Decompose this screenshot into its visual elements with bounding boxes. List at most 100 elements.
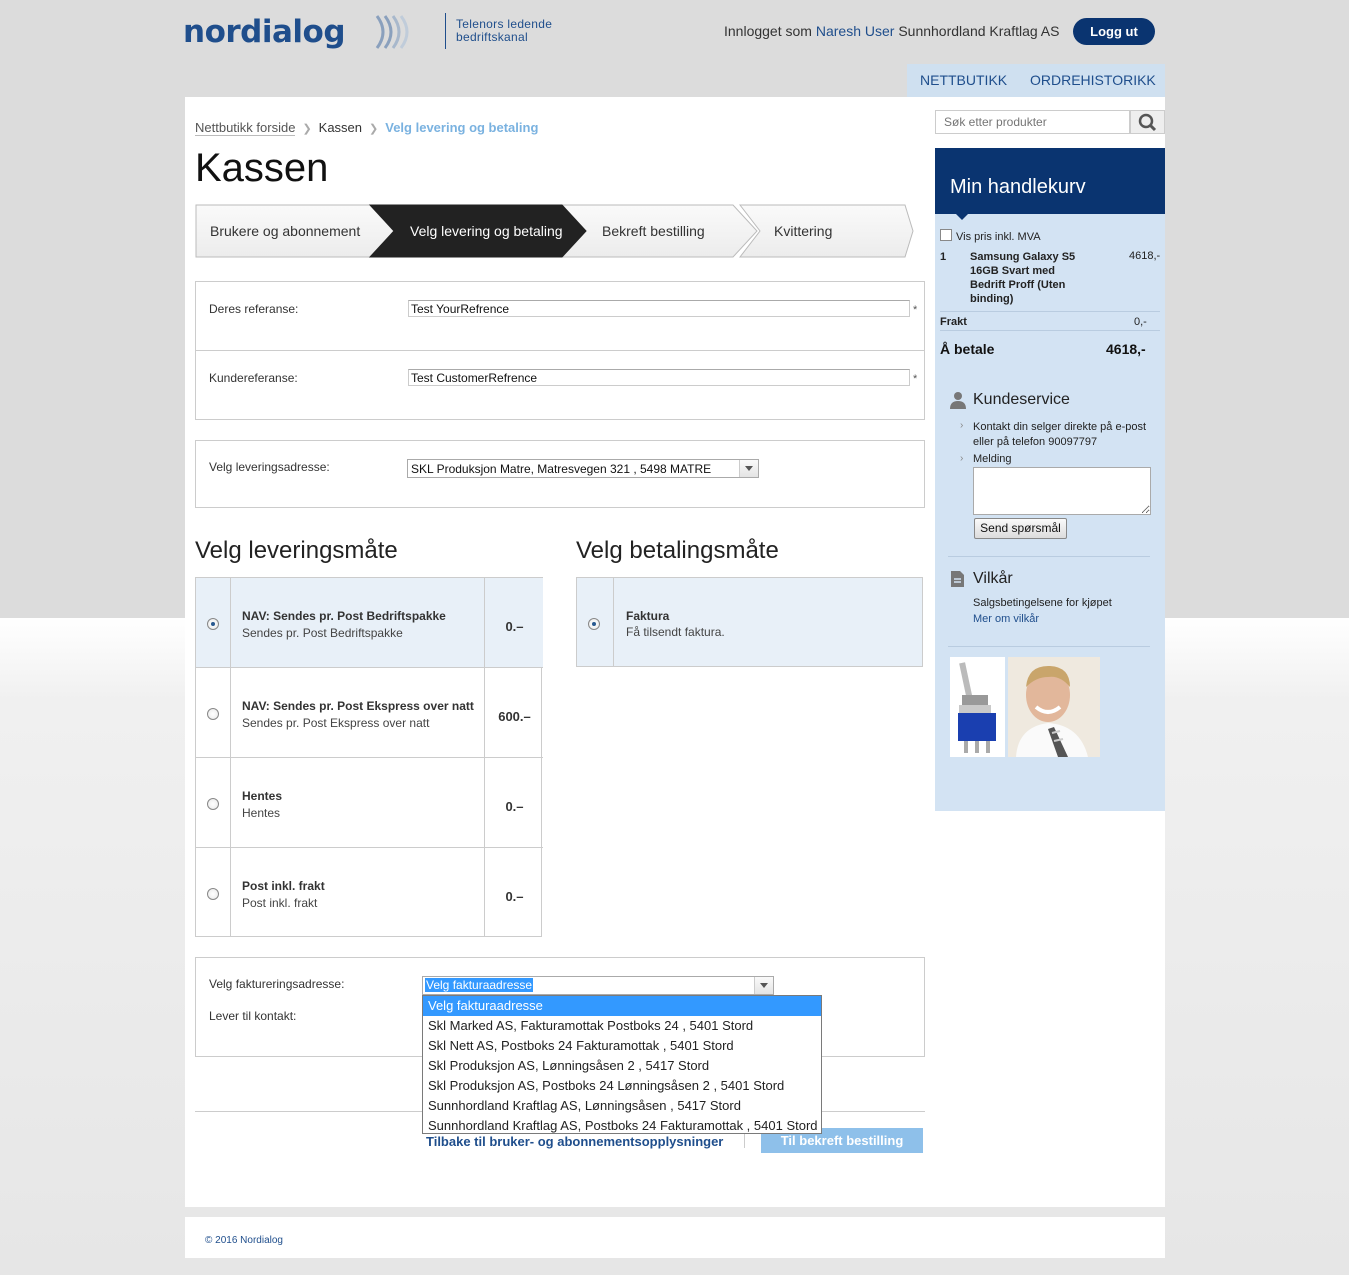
divider <box>940 311 1160 312</box>
cart-item-qty: 1 <box>940 251 947 263</box>
search-input[interactable] <box>935 110 1130 134</box>
page-title: Kassen <box>195 146 329 190</box>
logout-button[interactable]: Logg ut <box>1073 18 1155 45</box>
your-reference-input[interactable] <box>408 300 910 317</box>
breadcrumb: Nettbutikk forside ❯ Kassen ❯ Velg levering … <box>195 120 539 136</box>
checkout-steps: Brukere og abonnement Velg levering og b… <box>195 204 915 258</box>
terms-title: Vilkår <box>973 570 1013 587</box>
divider <box>948 556 1150 557</box>
terms-link[interactable]: Mer om vilkår <box>973 613 1039 625</box>
person-icon <box>950 392 966 409</box>
breadcrumb-current: Velg levering og betaling <box>385 120 539 135</box>
payment-option[interactable]: Faktura Få tilsendt faktura. <box>576 577 923 667</box>
delivery-option[interactable]: NAV: Sendes pr. Post Bedriftspakke Sende… <box>196 577 543 667</box>
chevron-right-icon: ❯ <box>369 123 379 135</box>
invoice-address-label: Velg faktureringsadresse: <box>209 977 345 991</box>
delivery-option-title: NAV: Sendes pr. Post Ekspress over natt <box>242 699 474 713</box>
cart-item-name: Samsung Galaxy S5 16GB Svart med Bedrift… <box>970 251 1076 305</box>
divider <box>948 646 1150 647</box>
invoice-address-select[interactable]: Velg fakturaadresse <box>422 976 774 995</box>
freight-label: Frakt <box>940 316 967 328</box>
tagline: Telenors ledende bedriftskanal <box>456 17 553 44</box>
login-info: Innlogget som Naresh User Sunnhordland K… <box>724 23 1059 39</box>
delivery-option[interactable]: NAV: Sendes pr. Post Ekspress over natt … <box>196 667 543 757</box>
nav-shop[interactable]: NETTBUTIKK <box>920 72 1007 88</box>
delivery-heading: Velg leveringsmåte <box>195 537 398 564</box>
column-divider <box>230 577 231 936</box>
message-textarea[interactable] <box>973 467 1151 515</box>
user-name: Naresh User <box>815 23 895 39</box>
customer-reference-input[interactable] <box>408 369 910 386</box>
delivery-address-label: Velg leveringsadresse: <box>209 460 330 474</box>
login-prefix: Innlogget som <box>724 23 812 39</box>
payment-heading: Velg betalingsmåte <box>576 537 779 564</box>
dropdown-option[interactable]: Skl Nett AS, Postboks 24 Fakturamottak ,… <box>423 1036 821 1056</box>
toggle-switch-icon <box>958 662 996 753</box>
logo-divider <box>445 13 446 49</box>
total-value: 4618,- <box>1106 341 1146 357</box>
chevron-right-icon: › <box>960 453 964 464</box>
breadcrumb-home[interactable]: Nettbutikk forside <box>195 120 296 136</box>
dropdown-option[interactable]: Velg fakturaadresse <box>423 996 821 1016</box>
required-mark: * <box>913 373 918 385</box>
step-delivery-payment: Velg levering og betaling <box>410 223 563 239</box>
delivery-radio[interactable] <box>207 618 219 630</box>
smiling-man-photo <box>1008 657 1100 757</box>
customer-service-title: Kundeservice <box>973 391 1070 408</box>
terms-text: Salgsbetingelsene for kjøpet <box>973 597 1112 609</box>
breadcrumb-checkout[interactable]: Kassen <box>319 120 362 135</box>
nav-order-history[interactable]: ORDREHISTORIKK <box>1030 72 1156 88</box>
step-confirm: Bekreft bestilling <box>602 223 705 239</box>
delivery-option[interactable]: Post inkl. frakt Post inkl. frakt 0.– <box>196 847 543 937</box>
delivery-option-subtitle: Post inkl. frakt <box>242 896 318 910</box>
support-person-image[interactable] <box>1008 657 1100 757</box>
dropdown-option[interactable]: Sunnhordland Kraftlag AS, Lønningsåsen ,… <box>423 1096 821 1116</box>
dropdown-option[interactable]: Skl Produksjon AS, Lønningsåsen 2 , 5417… <box>423 1056 821 1076</box>
chevron-right-icon: › <box>960 420 964 431</box>
nordialog-logo[interactable]: nordialog <box>183 12 423 52</box>
logo-text: nordialog <box>183 14 346 50</box>
footer <box>185 1217 1165 1258</box>
message-label: Melding <box>973 453 1012 465</box>
vat-label: Vis pris inkl. MVA <box>956 231 1041 243</box>
your-reference-label: Deres referanse: <box>209 302 299 316</box>
chevron-down-icon[interactable] <box>739 460 758 477</box>
delivery-option-price: 600.– <box>498 709 531 724</box>
delivery-option[interactable]: Hentes Hentes 0.– <box>196 757 543 847</box>
delivery-address-select[interactable]: SKL Produksjon Matre, Matresvegen 321 , … <box>407 459 759 478</box>
cart-header-pointer <box>955 213 969 220</box>
column-divider <box>613 578 614 666</box>
dropdown-option[interactable]: Sunnhordland Kraftlag AS, Postboks 24 Fa… <box>423 1116 821 1136</box>
logo-waves-icon <box>375 15 409 49</box>
invoice-address-dropdown[interactable]: Velg fakturaadresse Skl Marked AS, Faktu… <box>422 995 822 1134</box>
payment-radio[interactable] <box>588 618 600 630</box>
invoice-address-value: Velg fakturaadresse <box>425 978 534 992</box>
delivery-options-table: NAV: Sendes pr. Post Bedriftspakke Sende… <box>195 577 543 937</box>
dropdown-option[interactable]: Skl Produksjon AS, Postboks 24 Lønningså… <box>423 1076 821 1096</box>
delivery-option-title: Hentes <box>242 789 283 803</box>
delivery-option-subtitle: Sendes pr. Post Ekspress over natt <box>242 716 430 730</box>
deliver-to-contact-label: Lever til kontakt: <box>209 1009 297 1023</box>
delivery-address-value: SKL Produksjon Matre, Matresvegen 321 , … <box>411 462 712 476</box>
delivery-radio[interactable] <box>207 708 219 720</box>
cart-title: Min handlekurv <box>950 176 1086 198</box>
search-button[interactable] <box>1130 110 1165 134</box>
delivery-radio[interactable] <box>207 888 219 900</box>
cart-item-price: 4618,- <box>1129 250 1161 262</box>
company-name: Sunnhordland Kraftlag AS <box>898 23 1060 39</box>
divider <box>744 1134 745 1148</box>
step-receipt: Kvittering <box>774 223 833 239</box>
required-mark: * <box>913 304 918 316</box>
delivery-option-subtitle: Hentes <box>242 806 281 820</box>
vat-checkbox[interactable] <box>940 229 952 241</box>
back-link[interactable]: Tilbake til bruker- og abonnementsopplys… <box>426 1134 723 1149</box>
send-question-button[interactable]: Send spørsmål <box>974 518 1067 539</box>
step-users: Brukere og abonnement <box>210 223 361 239</box>
dropdown-option[interactable]: Skl Marked AS, Fakturamottak Postboks 24… <box>423 1016 821 1036</box>
toggle-switch-image[interactable] <box>950 657 1005 757</box>
chevron-down-icon[interactable] <box>754 977 773 994</box>
copyright: © 2016 Nordialog <box>205 1235 283 1246</box>
customer-reference-label: Kundereferanse: <box>209 371 298 385</box>
delivery-radio[interactable] <box>207 798 219 810</box>
divider <box>196 350 924 351</box>
